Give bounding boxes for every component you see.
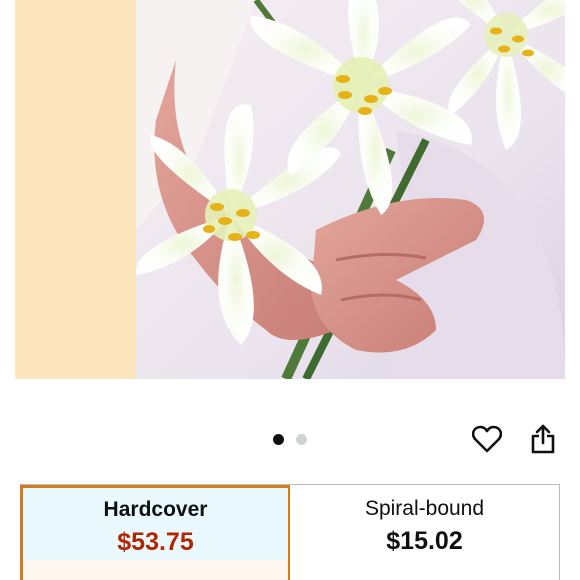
selected-card-footer: [23, 560, 288, 580]
share-icon: [531, 424, 555, 454]
product-page: Hardcover $53.75 Spiral-bound $15.02: [0, 0, 580, 580]
heart-outline-icon: [472, 425, 502, 453]
format-name: Spiral-bound: [364, 497, 485, 520]
cover-color-stripe: [15, 0, 136, 379]
cover-photo-lilies: [136, 0, 565, 379]
format-option-spiral-bound[interactable]: Spiral-bound $15.02: [290, 485, 560, 580]
format-price: $53.75: [117, 528, 194, 556]
format-option-hardcover[interactable]: Hardcover $53.75: [20, 485, 291, 580]
format-name: Hardcover: [103, 498, 208, 521]
format-price: $15.02: [386, 527, 463, 555]
wishlist-button[interactable]: [469, 421, 505, 457]
share-button[interactable]: [525, 421, 561, 457]
carousel-dot-2[interactable]: [296, 434, 307, 445]
image-carousel-dots: [273, 434, 307, 445]
carousel-dot-1[interactable]: [273, 434, 284, 445]
format-selector: Hardcover $53.75 Spiral-bound $15.02: [20, 484, 560, 580]
product-image[interactable]: [15, 0, 565, 379]
